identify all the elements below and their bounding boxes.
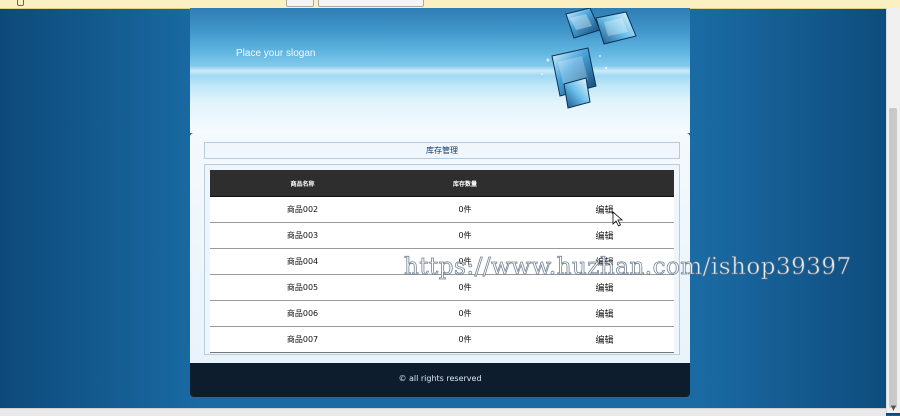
column-header-name: 商品名称 <box>210 170 395 197</box>
info-bar-icon <box>17 0 24 6</box>
edit-link[interactable]: 编辑 <box>595 284 613 294</box>
column-header-action <box>535 170 674 197</box>
vertical-scrollbar[interactable]: ▼ <box>886 8 900 413</box>
site-slogan: Place your slogan <box>236 48 316 59</box>
table-row: 商品003 0件 编辑 <box>210 222 674 249</box>
ice-cubes-graphic <box>541 8 637 109</box>
table-row: 商品002 0件 编辑 <box>210 196 674 223</box>
product-name-cell: 商品005 <box>210 274 395 301</box>
ice-cube-top-left <box>565 8 601 39</box>
watermark-text: https://www.huzhan.com/ishop39397 <box>404 254 852 281</box>
product-name-cell: 商品006 <box>210 300 395 327</box>
table-row: 商品006 0件 编辑 <box>210 300 674 327</box>
quantity-cell: 0件 <box>395 222 535 249</box>
product-name-cell: 商品003 <box>210 222 395 249</box>
scroll-down-arrow-icon[interactable]: ▼ <box>889 404 898 413</box>
info-bar-button-secondary[interactable] <box>318 0 424 7</box>
quantity-cell: 0件 <box>395 326 535 353</box>
edit-link[interactable]: 编辑 <box>595 310 613 320</box>
header-banner: Place your slogan <box>190 8 690 133</box>
action-cell: 编辑 <box>535 196 674 223</box>
action-cell: 编辑 <box>535 326 674 353</box>
product-name-cell: 商品004 <box>210 248 395 275</box>
product-name-cell: 商品002 <box>210 196 395 223</box>
table-header-row: 商品名称 库存数量 <box>210 170 674 197</box>
mouse-pointer-icon <box>612 211 624 227</box>
content-panel: 库存管理 商品名称 库存数量 商品002 0件 编辑 商品003 0件 编辑 商… <box>190 133 690 363</box>
ice-cube-falling <box>551 47 597 109</box>
info-bar-button[interactable] <box>286 0 314 7</box>
scrollbar-thumb[interactable] <box>889 108 897 408</box>
quantity-cell: 0件 <box>395 196 535 223</box>
action-cell: 编辑 <box>535 222 674 249</box>
copyright-text: © all rights reserved <box>398 374 482 383</box>
page-footer: © all rights reserved <box>190 363 690 397</box>
ice-cube-top-right <box>595 11 637 45</box>
product-name-cell: 商品007 <box>210 326 395 353</box>
panel-title: 库存管理 <box>204 142 680 159</box>
edit-link[interactable]: 编辑 <box>595 206 613 216</box>
edit-link[interactable]: 编辑 <box>595 232 613 242</box>
table-row: 商品007 0件 编辑 <box>210 326 674 353</box>
column-header-quantity: 库存数量 <box>395 170 535 197</box>
action-cell: 编辑 <box>535 300 674 327</box>
edit-link[interactable]: 编辑 <box>595 336 613 346</box>
quantity-cell: 0件 <box>395 300 535 327</box>
